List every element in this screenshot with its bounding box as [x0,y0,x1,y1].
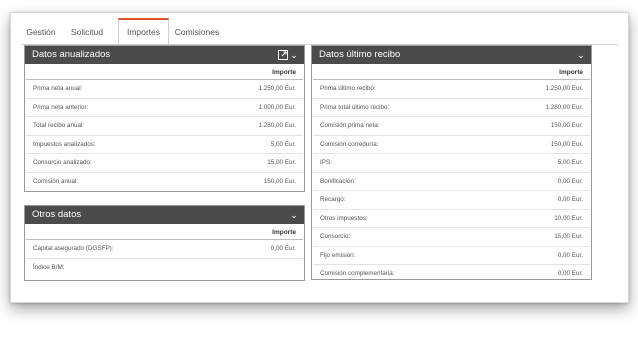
row-label: Capital asegurado (DGSFP): [33,245,114,252]
panel-header: Otros datos ⌄ [25,206,304,224]
table-row: Comisión correduría: 150,00 Eur. [313,136,590,154]
row-label: Prima total último recibo: [320,103,390,111]
table-row: Capital asegurado (DGSFP): 0,00 Eur. [26,240,303,259]
external-link-icon[interactable] [278,50,288,60]
row-label: Recargo: [320,196,346,203]
column-header-importe: Importe [313,64,590,80]
row-value: 1.280,00 Eur. [258,122,296,129]
table-row: Prima total último recibo: 1.280,00 Eur. [313,99,590,117]
table-row: Prima neta anterior: 1.000,00 Eur. [26,99,303,117]
table-row: Comisión complementaria: 0,00 Eur. [313,265,590,283]
row-value: 1.250,00 Eur. [258,85,296,92]
panel-datos-anualizados: Datos anualizados ⌄ Importe Prima neta a… [24,45,305,192]
row-label: Bonificación: [320,177,356,185]
row-label: Comisión complementaria: [320,270,395,277]
table-row: Consorcio: 15,00 Eur. [313,228,590,247]
table-row: Otros impuestos: 10,00 Eur. [313,210,590,228]
row-label: Comisión correduría: [320,140,379,148]
table-row: Bonificación: 0,00 Eur. [313,173,590,191]
row-value: 15,00 Eur. [267,159,296,166]
tab-bar: Gestión Solicitud Importes Comisiones [21,18,618,45]
panel-title: Datos anualizados [32,49,111,60]
tab-comisiones[interactable]: Comisiones [171,19,223,44]
row-label: Total recibo anual: [33,122,85,129]
table-row: Fijo emisión: 0,00 Eur. [313,247,590,265]
panel-header: Datos último recibo ⌄ [312,46,591,64]
row-value: 0,00 Eur. [557,251,583,259]
table-row: Recargo: 0,00 Eur. [313,191,590,210]
main-card: Gestión Solicitud Importes Comisiones Da… [10,12,629,303]
row-label: IPS: [320,159,332,166]
row-value: 1.250,00 Eur. [545,85,583,92]
row-value: 150,00 Eur. [263,177,296,185]
table-row: Impuestos analizados: 5,00 Eur. [26,136,303,154]
tab-solicitud[interactable]: Solicitud [63,19,111,44]
row-label: Consorcio analizado: [33,159,92,166]
row-label: Prima neta anterior: [33,103,89,111]
row-value: 10,00 Eur. [554,214,583,222]
table-row: Prima último recibo: 1.250,00 Eur. [313,80,590,99]
row-label: Fijo emisión: [320,251,356,259]
row-value: 1.280,00 Eur. [545,103,583,111]
row-label: Otros impuestos: [320,214,368,222]
panel-header: Datos anualizados ⌄ [25,46,304,64]
row-value: 0,00 Eur. [557,177,583,185]
row-value: 150,00 Eur. [550,122,583,129]
row-value: 15,00 Eur. [554,233,583,240]
panel-title: Otros datos [32,209,82,220]
row-value: 0,00 Eur. [557,270,583,277]
row-label: Índice B/M: [33,263,65,271]
tab-gestion[interactable]: Gestión [21,19,61,44]
chevron-down-icon[interactable]: ⌄ [289,209,299,221]
column-header-importe: Importe [26,64,303,80]
row-value: 5,00 Eur. [557,159,583,166]
table-row: Prima neta anual: 1.250,00 Eur. [26,80,303,99]
row-label: Impuestos analizados: [33,140,96,148]
row-label: Comisión prima neta: [320,122,380,129]
table-row: Comisión anual: 150,00 Eur. [26,173,303,191]
table-row: Consorcio analizado: 15,00 Eur. [26,154,303,173]
row-label: Consorcio: [320,233,351,240]
row-value: 0,00 Eur. [270,245,296,252]
row-label: Prima último recibo: [320,85,376,92]
row-value: 5,00 Eur. [270,140,296,148]
row-value: 0,00 Eur. [557,196,583,203]
table-row: Comisión prima neta: 150,00 Eur. [313,117,590,136]
tab-importes[interactable]: Importes [118,18,169,44]
row-value: 150,00 Eur. [550,140,583,148]
chevron-down-icon[interactable]: ⌄ [289,49,299,61]
chevron-down-icon[interactable]: ⌄ [576,49,586,61]
row-label: Prima neta anual: [33,85,83,92]
panel-datos-ultimo-recibo: Datos último recibo ⌄ Importe Prima últi… [311,45,592,280]
column-header-importe: Importe [26,224,303,240]
panel-otros-datos: Otros datos ⌄ Importe Capital asegurado … [24,205,305,281]
row-label: Comisión anual: [33,177,79,185]
panel-title: Datos último recibo [319,49,401,60]
table-row: Índice B/M: [26,259,303,277]
row-value: 1.000,00 Eur. [258,103,296,111]
table-row: IPS: 5,00 Eur. [313,154,590,173]
table-row: Total recibo anual: 1.280,00 Eur. [26,117,303,136]
